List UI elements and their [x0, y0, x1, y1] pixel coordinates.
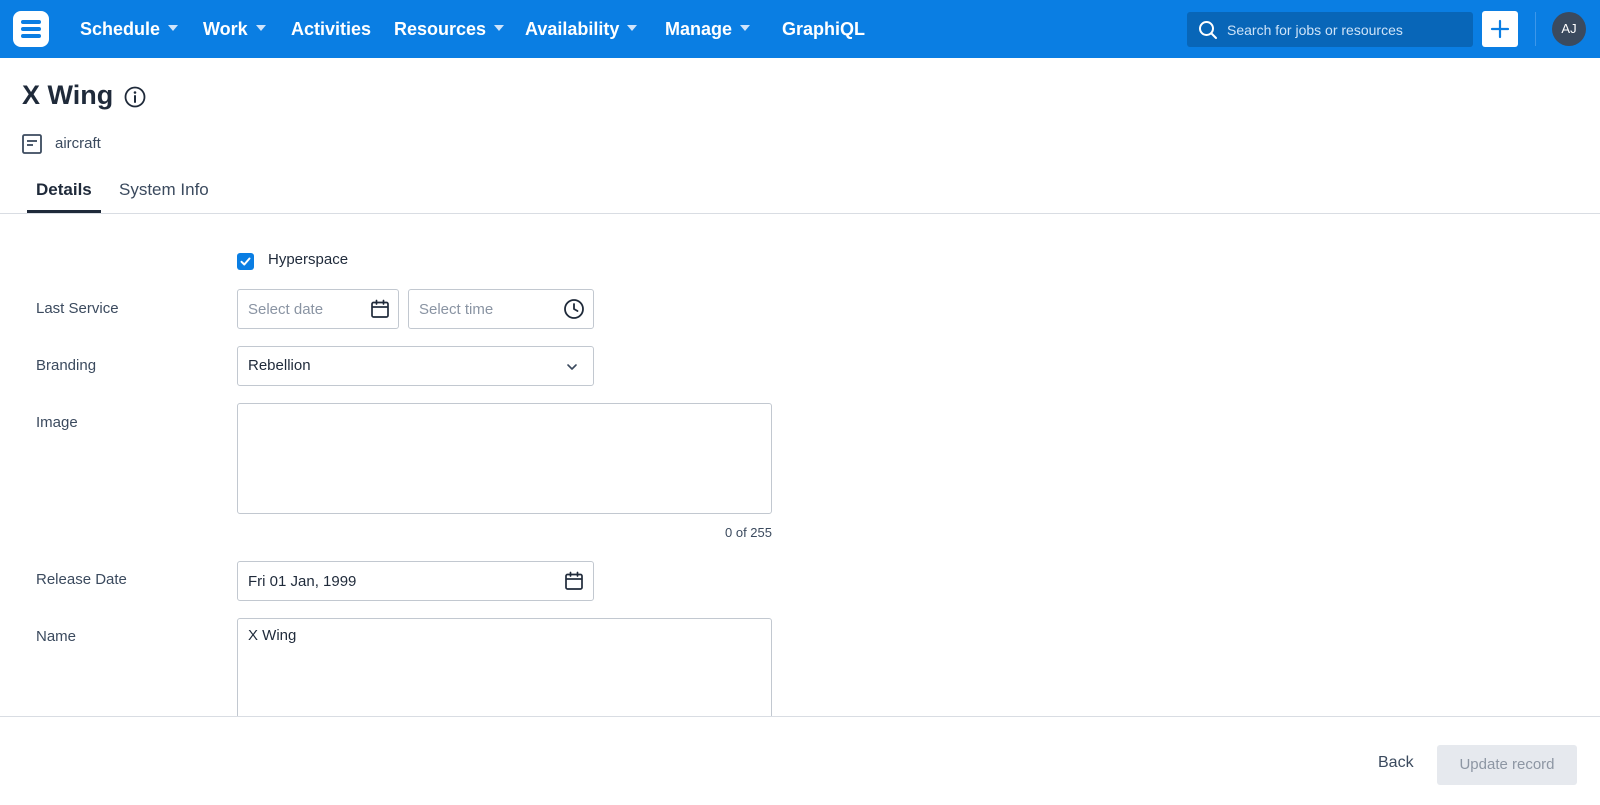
- search-icon: [1199, 21, 1217, 39]
- clock-icon[interactable]: [563, 298, 585, 320]
- caret-down-icon: [494, 25, 505, 32]
- nav-graphiql-label: GraphiQL: [782, 19, 866, 39]
- last-service-label: Last Service: [36, 300, 119, 317]
- last-service-time-input[interactable]: [419, 299, 554, 319]
- user-avatar[interactable]: AJ: [1552, 12, 1586, 46]
- nav-resources-label: Resources: [394, 19, 487, 39]
- nav-manage[interactable]: Manage: [665, 16, 751, 42]
- hyperspace-checkbox[interactable]: [237, 253, 254, 270]
- caret-down-icon: [168, 25, 179, 32]
- name-textarea[interactable]: X Wing: [248, 627, 760, 719]
- image-label: Image: [36, 414, 78, 431]
- nav-manage-label: Manage: [665, 19, 733, 39]
- release-date-field: [237, 561, 594, 601]
- branding-label: Branding: [36, 357, 97, 374]
- checkmark-icon: [240, 257, 251, 266]
- nav-availability[interactable]: Availability: [525, 16, 638, 42]
- top-nav-bar: Schedule Work Activities Resources Avail…: [0, 0, 1600, 58]
- nav-divider: [1535, 12, 1536, 46]
- calendar-icon[interactable]: [370, 299, 390, 319]
- last-service-date-input[interactable]: [248, 299, 363, 319]
- nav-work[interactable]: Work: [203, 16, 266, 42]
- caret-down-icon: [740, 25, 751, 32]
- info-icon[interactable]: [124, 86, 146, 108]
- document-icon: [22, 134, 42, 154]
- hyperspace-label: Hyperspace: [268, 251, 349, 268]
- release-date-input[interactable]: [248, 571, 548, 591]
- footer-action-bar: Back Update record: [0, 716, 1600, 805]
- nav-schedule[interactable]: Schedule: [80, 16, 179, 42]
- nav-activities[interactable]: Activities: [291, 16, 371, 42]
- nav-availability-label: Availability: [525, 19, 620, 39]
- image-textarea[interactable]: [248, 412, 760, 504]
- name-textarea-box: X Wing: [237, 618, 772, 729]
- nav-work-label: Work: [203, 19, 248, 39]
- nav-activities-label: Activities: [291, 19, 372, 39]
- nav-graphiql[interactable]: GraphiQL: [782, 16, 865, 42]
- branding-selected-value: Rebellion: [248, 357, 311, 374]
- tabs-divider: [0, 213, 1600, 214]
- search-input[interactable]: [1227, 12, 1467, 47]
- caret-down-icon: [255, 25, 266, 32]
- release-date-label: Release Date: [36, 571, 127, 588]
- search-box: [1187, 12, 1473, 47]
- branding-select[interactable]: Rebellion: [237, 346, 594, 386]
- calendar-icon[interactable]: [564, 571, 584, 591]
- update-record-button[interactable]: Update record: [1437, 745, 1577, 785]
- nav-resources[interactable]: Resources: [394, 16, 505, 42]
- page-title: X Wing: [22, 80, 114, 110]
- add-button[interactable]: [1482, 11, 1518, 47]
- tab-details[interactable]: Details: [36, 180, 92, 210]
- image-textarea-box: [237, 403, 772, 514]
- image-char-counter: 0 of 255: [725, 525, 772, 540]
- back-button[interactable]: Back: [1378, 754, 1414, 772]
- last-service-time-field: [408, 289, 594, 329]
- record-type-label: aircraft: [55, 135, 101, 152]
- nav-schedule-label: Schedule: [80, 19, 161, 39]
- caret-down-icon: [627, 25, 638, 32]
- last-service-date-field: [237, 289, 399, 329]
- app-logo-icon[interactable]: [13, 11, 49, 47]
- chevron-down-icon: [567, 364, 577, 370]
- tab-system-info[interactable]: System Info: [119, 180, 209, 210]
- plus-icon: [1490, 19, 1510, 39]
- name-label: Name: [36, 628, 77, 645]
